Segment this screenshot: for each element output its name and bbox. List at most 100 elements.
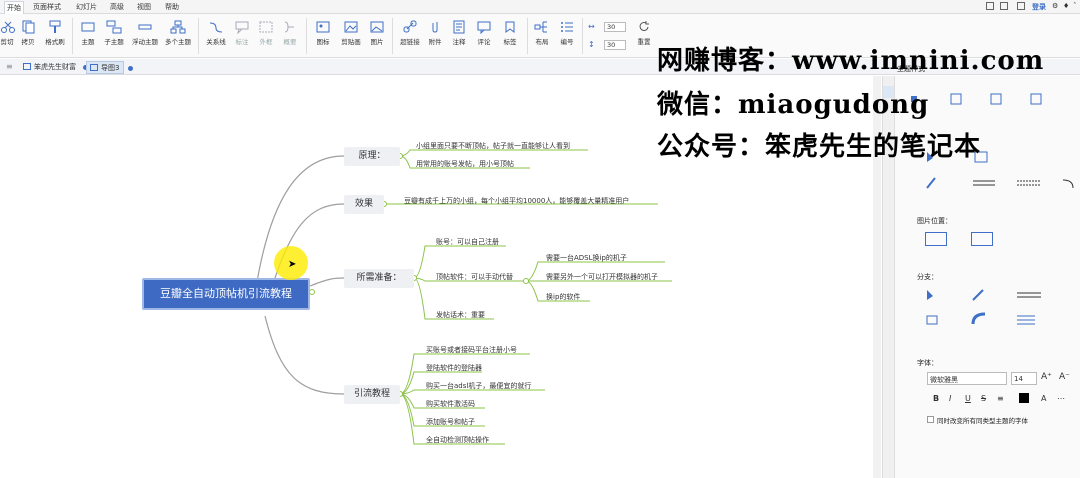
horizontal-spacing-icon: ↔ [588,22,595,31]
leaf-node[interactable]: 顶帖软件：可以手动代替 [436,272,513,282]
hyperlink-button[interactable]: 超链接 [398,16,422,56]
underline-button[interactable]: U [965,394,971,403]
central-topic[interactable]: 豆瓣全自动顶帖机引流教程 [142,278,310,310]
doc-tab-1[interactable]: 笨虎先生财富 [20,61,88,74]
horizontal-spacing-input[interactable]: 30 [604,22,626,32]
restore-icon[interactable] [1000,2,1008,10]
tab-page-style[interactable]: 页面样式 [33,2,61,12]
copy-button[interactable]: 拷贝 [17,16,39,56]
branch-style-icons[interactable] [925,288,1075,328]
icon-button[interactable]: 图标 [312,16,334,56]
mouse-cursor-icon: ➤ [288,259,297,270]
boundary-button[interactable]: 外框 [256,16,276,56]
case-icon[interactable]: A [1041,394,1046,403]
format-painter-button[interactable]: 格式刷 [42,16,68,56]
branch-principle[interactable]: 原理： [344,147,400,166]
chevron-up-icon[interactable]: ˆ [1073,2,1077,10]
structure-icons[interactable] [911,92,1077,106]
clipart-icon [344,21,358,33]
image-icon [316,21,330,33]
comment-button[interactable]: 评论 [474,16,494,56]
menu-icon[interactable]: ≡ [6,62,13,71]
more-icon[interactable]: ⋯ [1057,394,1065,403]
cut-button[interactable]: 剪切 [0,16,15,56]
leaf-node[interactable]: 购买一台adsl机子，最便宜的就行 [426,381,531,391]
branch-effect[interactable]: 效果 [344,195,384,214]
share-icon[interactable] [1017,2,1025,10]
callout-button[interactable]: 标注 [232,16,252,56]
leaf-node[interactable]: 需要一台ADSL换ip的机子 [546,253,627,263]
note-button[interactable]: 注释 [449,16,469,56]
separator [72,18,73,54]
leaf-node[interactable]: 添加账号和帖子 [426,417,475,427]
attachment-button[interactable]: 附件 [425,16,445,56]
layout-button[interactable]: 布局 [532,16,552,56]
relation-button[interactable]: 关系线 [204,16,228,56]
copy-icon [22,20,35,34]
doc-tab-2[interactable]: 导图3 [86,61,134,74]
paperclip-icon [432,22,438,33]
shirt-icon[interactable]: ♦ [1063,2,1069,10]
text-color-icon[interactable] [1019,393,1029,403]
leaf-node[interactable]: 全自动检测顶帖操作 [426,435,489,445]
font-label: 字体： [917,359,938,367]
separator [198,18,199,54]
leaf-node[interactable]: 换ip的软件 [546,292,580,302]
image-position-button[interactable] [925,232,947,246]
tab-slides[interactable]: 幻灯片 [76,2,97,12]
multiple-topics-button[interactable]: 多个主题 [163,16,193,56]
leaf-node[interactable]: 小组里面只要不断顶帖，帖子就一直能够让人看到 [416,141,570,151]
layout-icon [534,21,547,33]
leaf-node[interactable]: 豆瓣有成千上万的小组，每个小组平均10000人，能够覆盖大量精准用户 [404,196,629,206]
tab-advanced[interactable]: 高级 [110,2,124,12]
apply-all-checkbox[interactable] [927,416,934,423]
image-position-button[interactable] [971,232,993,246]
floating-topic-button[interactable]: 浮动主题 [130,16,160,56]
italic-button[interactable]: I [949,394,951,403]
menu-bar: 开始 页面样式 幻灯片 高级 视图 帮助 登录 ⚙ ♦ ˆ [0,0,1080,14]
line-style-icons[interactable] [925,176,1075,190]
branch-tutorial[interactable]: 引流教程 [344,385,400,404]
floating-topic-icon [138,24,152,30]
leaf-node[interactable]: 用常用的账号发帖，用小号顶帖 [416,159,514,169]
login-link[interactable]: 登录 [1032,2,1046,12]
leaf-node[interactable]: 买账号或者接码平台注册小号 [426,345,517,355]
topic-button[interactable]: 主题 [78,16,98,56]
font-family-select[interactable]: 微软雅黑 [927,372,1007,385]
bold-button[interactable]: B [933,394,939,403]
vertical-spacing-input[interactable]: 30 [604,40,626,50]
picture-button[interactable]: 图片 [367,16,387,56]
watermark-line-2: 微信：miaogudong [657,90,930,120]
reset-button[interactable]: 重置 [634,16,654,56]
increase-font-icon[interactable]: A⁺ [1041,372,1052,382]
tag-icon [505,21,515,33]
tab-start[interactable]: 开始 [4,1,24,14]
decrease-font-icon[interactable]: A⁻ [1059,372,1070,382]
separator [392,18,393,54]
strikethrough-button[interactable]: S [981,394,986,403]
leaf-node[interactable]: 购买软件激活码 [426,399,475,409]
separator [306,18,307,54]
tab-view[interactable]: 视图 [137,2,151,12]
align-icon[interactable]: ≡ [997,394,1004,403]
unsaved-dot [128,66,134,71]
branch-preparation[interactable]: 所需准备： [344,269,414,288]
font-size-select[interactable]: 14 [1011,372,1037,385]
tab-help[interactable]: 帮助 [165,2,179,12]
leaf-node[interactable]: 账号：可以自己注册 [436,237,499,247]
leaf-node[interactable]: 登陆软件的登陆器 [426,363,482,373]
settings-icon[interactable]: ⚙ [1052,2,1058,10]
window-icon[interactable] [986,2,994,10]
summary-icon [284,21,294,33]
leaf-node[interactable]: 需要另外一个可以打开模拟器的机子 [546,272,658,282]
image-position-label: 图片位置： [917,217,952,225]
subtopic-button[interactable]: 子主题 [102,16,126,56]
map-icon [90,64,98,71]
clipart-button[interactable]: 剪贴画 [338,16,364,56]
vertical-spacing-icon: ↕ [588,40,595,49]
leaf-node[interactable]: 发帖话术：重要 [436,310,485,320]
label-button[interactable]: 标签 [499,16,521,56]
summary-button[interactable]: 概要 [280,16,300,56]
numbering-button[interactable]: 编号 [557,16,577,56]
callout-icon [235,21,249,34]
